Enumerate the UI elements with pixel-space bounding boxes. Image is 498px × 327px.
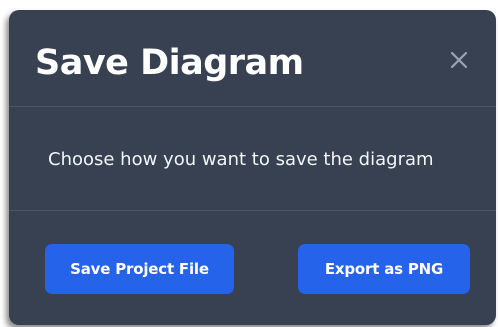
dialog-title: Save Diagram — [35, 43, 304, 83]
export-as-png-button[interactable]: Export as PNG — [298, 244, 470, 294]
dialog-body: Choose how you want to save the diagram — [9, 107, 496, 211]
close-button[interactable] — [447, 48, 471, 72]
save-project-file-button[interactable]: Save Project File — [45, 244, 234, 294]
close-icon — [450, 51, 468, 69]
save-diagram-dialog: Save Diagram Choose how you want to save… — [9, 10, 496, 325]
dialog-header: Save Diagram — [9, 10, 496, 107]
dialog-message: Choose how you want to save the diagram — [48, 149, 434, 170]
